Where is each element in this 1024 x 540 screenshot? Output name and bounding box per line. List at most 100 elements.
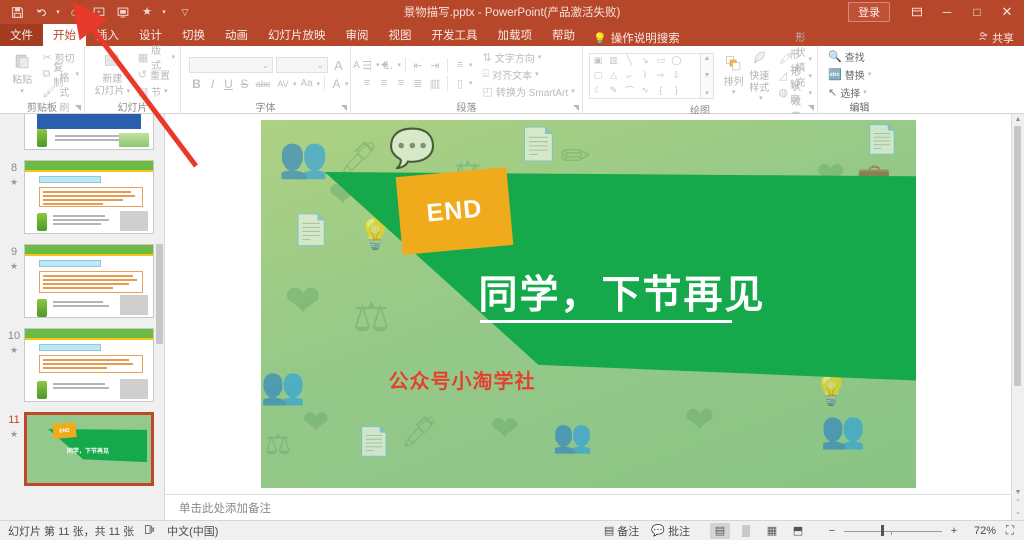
font-name-input[interactable]: ⌄ (189, 57, 273, 73)
shape-textbox-icon[interactable]: ▣ (594, 55, 603, 66)
end-badge-shape[interactable]: END (395, 167, 513, 255)
font-size-input[interactable]: ⌄ (276, 57, 328, 73)
shape-moon-icon[interactable]: ☾ (594, 85, 602, 96)
shape-arrow-icon[interactable]: ↘ (641, 55, 649, 66)
tab-view[interactable]: 视图 (379, 24, 422, 46)
shapes-scroll-down-icon[interactable]: ▼ (704, 72, 711, 79)
quick-styles-dropdown-icon[interactable]: ▾ (759, 95, 763, 103)
shape-effects-dropdown-icon[interactable]: ▾ (808, 89, 812, 97)
tab-slideshow[interactable]: 幻灯片放映 (258, 24, 336, 46)
shapes-scroll-up-icon[interactable]: ▲ (704, 55, 711, 62)
shape-fill-dropdown-icon[interactable]: ▾ (808, 55, 812, 63)
columns-button[interactable]: ▯ (452, 76, 468, 90)
undo-dropdown-icon[interactable]: ▾ (54, 2, 62, 22)
format-painter-button[interactable]: 🖌 格式刷 (42, 73, 79, 114)
new-slide-button[interactable]: 新建 幻灯片 ▾ (90, 51, 135, 98)
replace-dropdown-icon[interactable]: ▾ (868, 70, 872, 78)
slide-thumbnail-pane[interactable]: 7 ★ 8 (0, 114, 165, 520)
previous-slide-icon[interactable]: ⌃ (1012, 498, 1024, 506)
character-spacing-button[interactable]: AV (274, 79, 292, 89)
thumbnail-item-8[interactable]: 8 ★ (0, 156, 164, 234)
change-case-button[interactable]: Aa (298, 78, 316, 89)
font-dialog-launcher[interactable]: ◥ (341, 103, 347, 112)
section-button[interactable]: ▤ 节 ▾ (138, 83, 175, 99)
thumbnail-preview-9[interactable] (24, 244, 154, 318)
shape-oval-icon[interactable]: ◯ (671, 55, 681, 66)
watermark-text[interactable]: 公众号小淘学社 (389, 365, 536, 394)
tab-insert[interactable]: 插入 (86, 24, 129, 46)
vertical-scroll-rail[interactable]: ▲ ▼ ⌃ ⌄ (1011, 114, 1024, 520)
slide-title-text[interactable]: 同学，下节再见 (479, 264, 766, 320)
tell-me-search[interactable]: 💡 操作说明搜索 (585, 30, 688, 46)
text-shadow-button[interactable]: S (237, 77, 252, 91)
smartart-dropdown-icon[interactable]: ▾ (571, 87, 575, 95)
decrease-indent-button[interactable]: ⇤ (410, 58, 426, 72)
italic-button[interactable]: I (205, 77, 220, 91)
slide-sorter-view-button[interactable]: ▒ (736, 523, 756, 539)
tab-animations[interactable]: 动画 (215, 24, 258, 46)
fit-slide-to-window-button[interactable]: ⛶ (1002, 523, 1018, 538)
drawing-dialog-launcher[interactable]: ◥ (808, 103, 814, 112)
notes-pane[interactable]: 单击此处添加备注 (165, 494, 1011, 520)
shape-effects-button[interactable]: ◍ 形状效果 ▾ (778, 67, 812, 123)
bullets-dropdown-icon[interactable]: ▾ (376, 61, 380, 69)
slide-counter[interactable]: 幻灯片 第 11 张，共 11 张 (8, 523, 134, 539)
text-direction-button[interactable]: ⇅ 文字方向 ▾ (483, 49, 575, 65)
shape-zigzag-icon[interactable]: ⌇ (643, 70, 647, 81)
font-color-button[interactable]: A (329, 77, 344, 91)
tab-developer[interactable]: 开发工具 (422, 24, 488, 46)
shape-left-brace-icon[interactable]: { (659, 85, 662, 95)
shapes-gallery[interactable]: ▣ ▥ ╲ ↘ ▭ ◯ ▢ △ ⌐ ⌇ ⇨ ⇩ ☾ ✎ ⌒ ∿ {} (589, 52, 701, 99)
zoom-percent-label[interactable]: 72% (966, 525, 996, 537)
start-from-beginning-icon[interactable] (88, 2, 110, 22)
find-button[interactable]: 🔍 查找 (828, 48, 871, 64)
change-case-dropdown-icon[interactable]: ▾ (317, 80, 321, 88)
normal-view-button[interactable]: ▤ (710, 522, 730, 539)
thumbnail-item-10[interactable]: 10 ★ (0, 324, 164, 402)
align-text-button[interactable]: ⌸ 对齐文本 ▾ (483, 66, 575, 82)
favorites-dropdown-icon[interactable]: ▾ (160, 2, 168, 22)
align-left-button[interactable]: ≡ (359, 76, 375, 90)
font-size-dropdown-icon[interactable]: ⌄ (316, 60, 324, 71)
thumbnail-preview-7[interactable] (24, 114, 154, 150)
line-spacing-dropdown-icon[interactable]: ▾ (469, 61, 473, 69)
shape-wave-icon[interactable]: ∿ (641, 85, 649, 96)
maximize-button[interactable]: □ (962, 0, 992, 24)
comments-toggle-button[interactable]: 💬 批注 (651, 523, 690, 539)
proofing-icon[interactable] (144, 524, 157, 538)
customize-qat-icon[interactable]: ▽ (174, 2, 196, 22)
shapes-more-icon[interactable]: ▾ (705, 89, 709, 97)
align-right-button[interactable]: ≡ (393, 76, 409, 90)
section-dropdown-icon[interactable]: ▾ (164, 87, 168, 95)
shape-right-arrow-icon[interactable]: ⇨ (657, 70, 665, 81)
thumbnail-item-11[interactable]: 11 ★ END 同学，下节再见 (0, 408, 164, 486)
next-slide-icon[interactable]: ⌄ (1012, 508, 1024, 516)
increase-indent-button[interactable]: ⇥ (427, 58, 443, 72)
numbering-button[interactable]: ⒈ (381, 58, 397, 72)
layout-button[interactable]: ▦ 版式 ▾ (138, 46, 175, 72)
shapes-gallery-scroll[interactable]: ▲ ▼ ▾ (701, 52, 714, 99)
notes-toggle-button[interactable]: ▤ 备注 (604, 523, 639, 539)
language-indicator[interactable]: 中文(中国) (167, 523, 218, 539)
shape-right-brace-icon[interactable]: } (675, 85, 678, 95)
bullets-button[interactable]: ☰ (359, 58, 375, 72)
select-button[interactable]: ↖ 选择 ▾ (828, 84, 871, 100)
sign-in-button[interactable]: 登录 (848, 2, 890, 22)
replace-button[interactable]: 🔤 替换 ▾ (828, 66, 871, 82)
present-icon[interactable] (112, 2, 134, 22)
numbering-dropdown-icon[interactable]: ▾ (398, 61, 402, 69)
save-icon[interactable] (6, 2, 28, 22)
font-color-dropdown-icon[interactable]: ▾ (345, 80, 349, 88)
paragraph-dialog-launcher[interactable]: ◥ (573, 103, 579, 112)
character-spacing-dropdown-icon[interactable]: ▾ (293, 80, 297, 88)
align-text-dropdown-icon[interactable]: ▾ (535, 70, 539, 78)
zoom-out-button[interactable]: − (826, 525, 838, 537)
distribute-button[interactable]: ▥ (427, 76, 443, 90)
close-button[interactable]: ✕ (992, 0, 1022, 24)
paste-button[interactable]: 粘贴 ▾ (5, 52, 39, 96)
shape-vertical-text-icon[interactable]: ▥ (609, 55, 618, 66)
thumbnail-item-9[interactable]: 9 ★ (0, 240, 164, 318)
tab-help[interactable]: 帮助 (542, 24, 585, 46)
layout-dropdown-icon[interactable]: ▾ (171, 53, 175, 61)
shape-down-arrow-icon[interactable]: ⇩ (673, 70, 681, 81)
